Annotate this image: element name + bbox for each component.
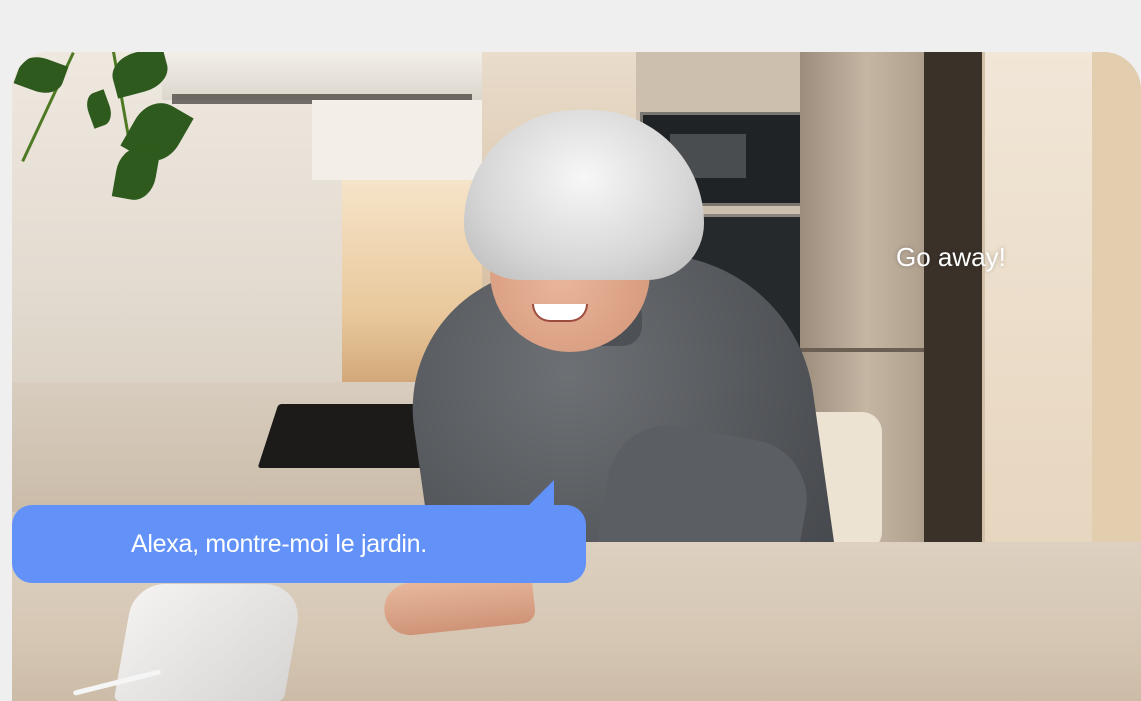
speech-bubble-text: Alexa, montre-moi le jardin. — [131, 529, 427, 558]
cabinet-edge — [1092, 52, 1141, 542]
range-hood — [162, 52, 482, 100]
smart-display-device — [113, 584, 305, 701]
tall-cabinet — [982, 52, 1095, 542]
speech-bubble: Alexa, montre-moi le jardin. — [12, 505, 586, 583]
hero-photo — [12, 52, 1141, 701]
overlay-caption: Go away! — [896, 242, 1006, 272]
